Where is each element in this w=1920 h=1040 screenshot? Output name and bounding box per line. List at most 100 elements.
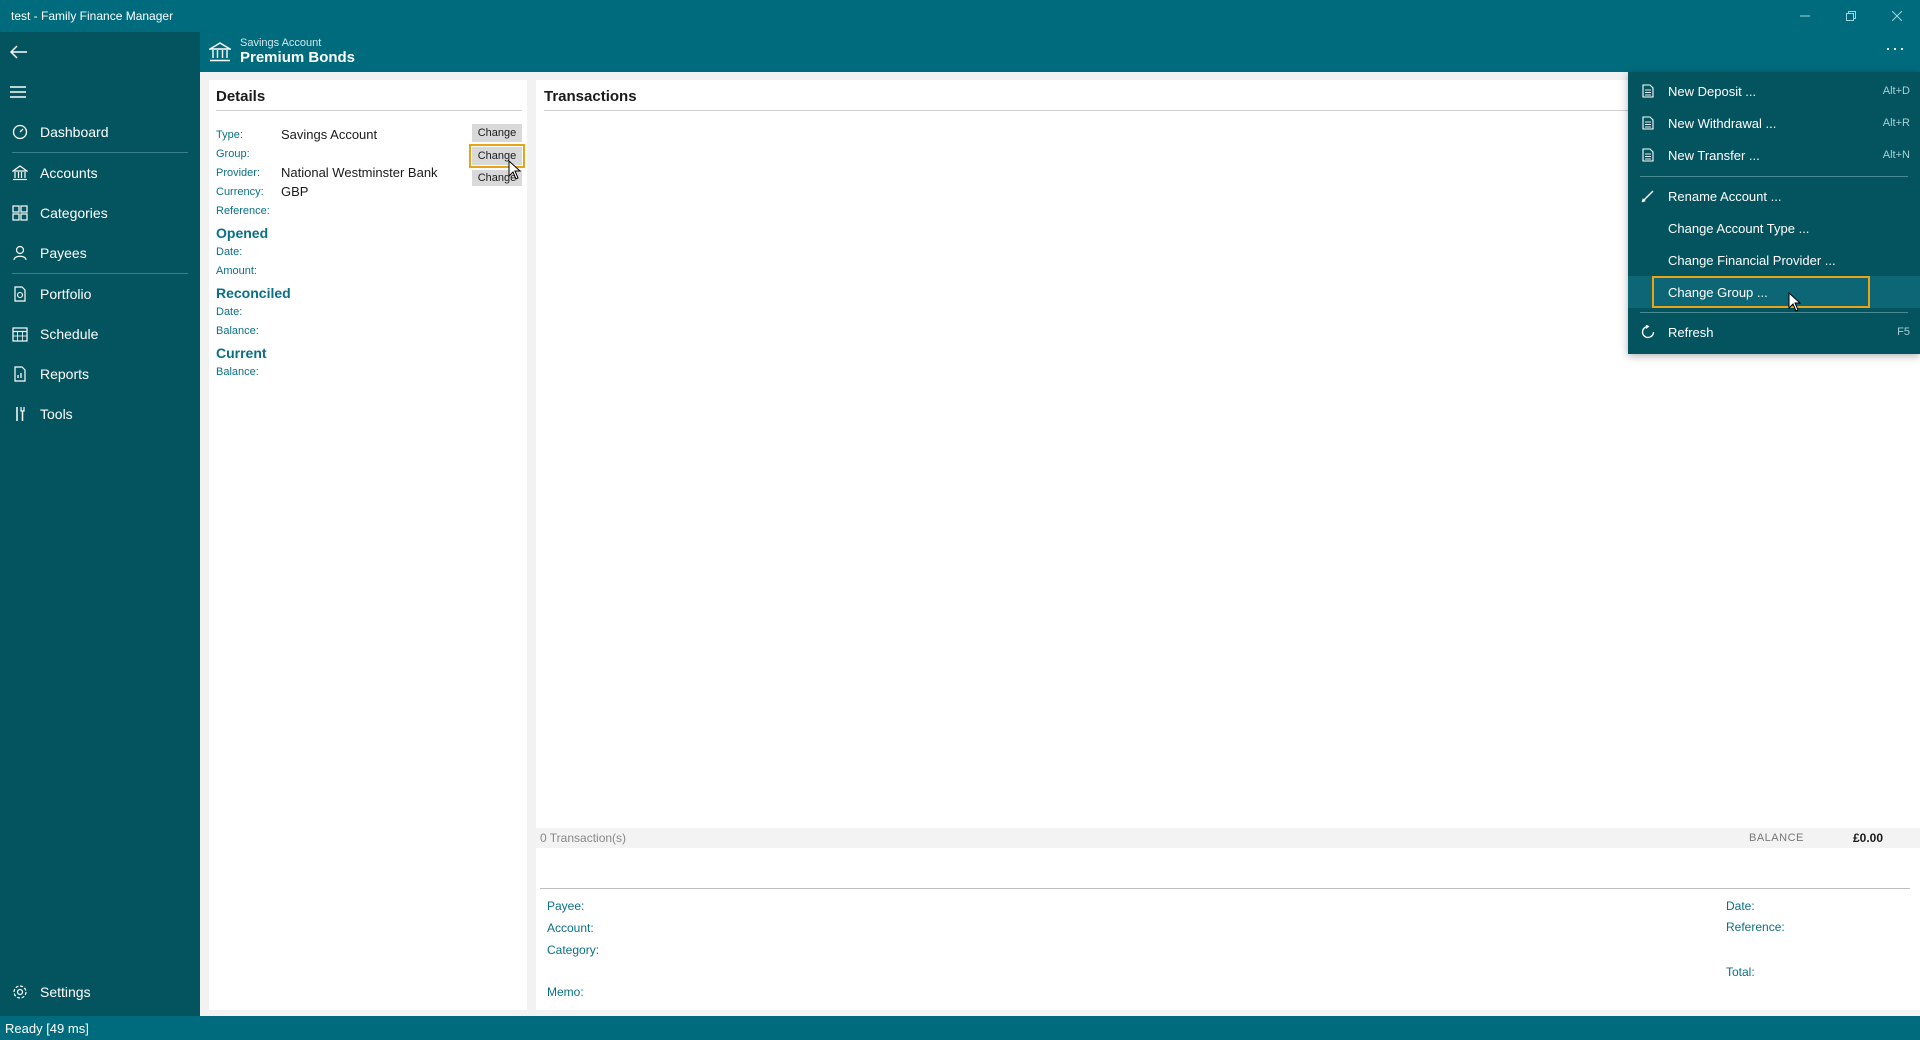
- window-title: test - Family Finance Manager: [11, 9, 174, 23]
- sidebar-item-label: Dashboard: [40, 124, 109, 140]
- sidebar-item-label: Categories: [40, 205, 108, 221]
- sidebar-item-dashboard[interactable]: Dashboard: [0, 112, 200, 152]
- document-icon: [1640, 148, 1656, 162]
- pencil-icon: [1640, 189, 1656, 203]
- document-icon: [1640, 84, 1656, 98]
- sidebar-item-label: Portfolio: [40, 286, 92, 302]
- sidebar-item-label: Tools: [40, 406, 73, 422]
- sidebar-item-label: Settings: [40, 984, 91, 1000]
- minimize-button[interactable]: [1782, 0, 1828, 32]
- back-button[interactable]: [0, 32, 200, 72]
- person-icon: [12, 245, 28, 261]
- restore-icon: [1846, 11, 1856, 21]
- group-label: Group:: [216, 148, 250, 160]
- dashboard-icon: [12, 124, 28, 140]
- refresh-icon: [1640, 325, 1656, 339]
- reference-label: Reference:: [1726, 920, 1785, 934]
- focus-highlight: [1652, 276, 1870, 308]
- close-button[interactable]: [1874, 0, 1920, 32]
- report-icon: [12, 366, 28, 382]
- sidebar-item-categories[interactable]: Categories: [0, 193, 200, 233]
- sidebar-item-schedule[interactable]: Schedule: [0, 314, 200, 354]
- transaction-count: 0 Transaction(s): [540, 831, 627, 845]
- transactions-summary-row: 0 Transaction(s) BALANCE £0.00: [536, 828, 1920, 848]
- account-options-menu: New Deposit ... Alt+D New Withdrawal ...…: [1628, 72, 1920, 354]
- window-controls: [1782, 0, 1920, 32]
- opened-heading: Opened: [216, 225, 269, 241]
- document-icon: [1640, 116, 1656, 130]
- sidebar-item-accounts[interactable]: Accounts: [0, 153, 200, 193]
- memo-label: Memo:: [547, 985, 584, 999]
- sidebar-item-tools[interactable]: Tools: [0, 394, 200, 434]
- details-panel: Details Type: Savings Account Change Gro…: [209, 80, 527, 1010]
- restore-button[interactable]: [1828, 0, 1874, 32]
- hamburger-icon: [10, 86, 26, 98]
- balance-value: £0.00: [1853, 831, 1884, 845]
- change-type-button[interactable]: Change: [472, 124, 522, 142]
- divider: [540, 888, 1910, 889]
- reconciled-balance-label: Balance:: [216, 325, 259, 337]
- balance-label: BALANCE: [1749, 832, 1804, 844]
- reconciled-heading: Reconciled: [216, 285, 291, 301]
- menu-item-label: New Transfer ...: [1668, 147, 1760, 163]
- menu-item-rename-account[interactable]: Rename Account ...: [1628, 180, 1920, 212]
- sidebar-item-portfolio[interactable]: Portfolio: [0, 274, 200, 314]
- category-label: Category:: [547, 943, 600, 957]
- bank-icon: [207, 42, 233, 67]
- type-label: Type:: [216, 129, 243, 141]
- status-text: Ready [49 ms]: [5, 1020, 89, 1036]
- account-header: Savings Account Premium Bonds ···: [200, 32, 1920, 72]
- currency-label: Currency:: [216, 186, 264, 198]
- total-label: Total:: [1726, 965, 1755, 979]
- back-arrow-icon: [10, 45, 27, 59]
- current-heading: Current: [216, 345, 267, 361]
- categories-icon: [12, 205, 28, 221]
- bank-icon: [12, 165, 28, 181]
- menu-separator: [1640, 312, 1908, 313]
- shortcut-label: F5: [1897, 326, 1910, 338]
- account-label: Account:: [547, 921, 594, 935]
- type-value: Savings Account: [281, 127, 378, 142]
- page-title: Premium Bonds: [240, 49, 356, 66]
- menu-item-label: Rename Account ...: [1668, 188, 1782, 204]
- shortcut-label: Alt+N: [1882, 149, 1910, 161]
- menu-item-change-financial-provider[interactable]: Change Financial Provider ...: [1628, 244, 1920, 276]
- opened-date-label: Date:: [216, 246, 243, 258]
- menu-item-refresh[interactable]: Refresh F5: [1628, 316, 1920, 348]
- calendar-icon: [12, 326, 28, 342]
- gear-icon: [12, 984, 28, 1000]
- menu-item-new-withdrawal[interactable]: New Withdrawal ... Alt+R: [1628, 107, 1920, 139]
- menu-item-change-group[interactable]: Change Group ...: [1628, 276, 1920, 308]
- sidebar-item-label: Schedule: [40, 326, 99, 342]
- sidebar-bottom: Settings: [0, 972, 200, 1012]
- menu-item-label: Refresh: [1668, 324, 1714, 340]
- sidebar-item-label: Payees: [40, 245, 87, 261]
- menu-item-label: Change Account Type ...: [1668, 220, 1810, 236]
- menu-item-label: Change Financial Provider ...: [1668, 252, 1836, 268]
- account-type-subtitle: Savings Account: [240, 37, 322, 49]
- sidebar: Dashboard Accounts Categories Payees Por…: [0, 32, 200, 1016]
- menu-item-change-account-type[interactable]: Change Account Type ...: [1628, 212, 1920, 244]
- menu-item-label: New Deposit ...: [1668, 83, 1757, 99]
- menu-item-new-transfer[interactable]: New Transfer ... Alt+N: [1628, 139, 1920, 171]
- sidebar-item-label: Reports: [40, 366, 90, 382]
- menu-item-new-deposit[interactable]: New Deposit ... Alt+D: [1628, 75, 1920, 107]
- provider-label: Provider:: [216, 167, 261, 179]
- menu-item-label: New Withdrawal ...: [1668, 115, 1777, 131]
- tools-icon: [12, 406, 28, 422]
- sidebar-item-reports[interactable]: Reports: [0, 354, 200, 394]
- transactions-title: Transactions: [544, 88, 637, 105]
- close-icon: [1892, 11, 1902, 21]
- title-bar: test - Family Finance Manager: [0, 0, 1920, 32]
- more-options-button[interactable]: ···: [1885, 38, 1906, 59]
- minimize-icon: [1800, 15, 1810, 17]
- sidebar-item-settings[interactable]: Settings: [0, 972, 200, 1012]
- shortcut-label: Alt+D: [1882, 85, 1910, 97]
- sidebar-item-payees[interactable]: Payees: [0, 233, 200, 273]
- menu-separator: [1640, 176, 1908, 177]
- mouse-cursor-icon: [1788, 292, 1802, 312]
- details-title: Details: [216, 88, 266, 105]
- divider: [216, 110, 522, 111]
- mouse-cursor-icon: [508, 160, 522, 180]
- hamburger-menu-button[interactable]: [0, 72, 200, 112]
